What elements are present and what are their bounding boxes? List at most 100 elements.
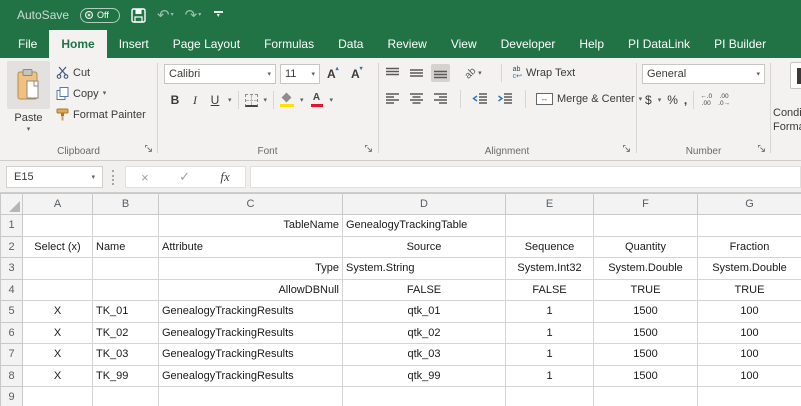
col-header-D[interactable]: D (342, 193, 506, 215)
cell-A4[interactable] (22, 278, 93, 301)
cell-F9[interactable] (593, 386, 698, 406)
cell-G5[interactable]: 100 (697, 300, 801, 323)
col-header-G[interactable]: G (697, 193, 801, 215)
font-name-dropdown-icon[interactable]: ▾ (267, 71, 271, 78)
cell-F4[interactable]: TRUE (593, 278, 698, 301)
col-header-A[interactable]: A (22, 193, 93, 215)
row-header-4[interactable]: 4 (0, 278, 23, 301)
cell-E2[interactable]: Sequence (505, 235, 594, 258)
cell-E8[interactable]: 1 (505, 364, 594, 387)
number-format-combobox[interactable]: General ▾ (642, 64, 765, 84)
name-box-dropdown-icon[interactable]: ▾ (91, 174, 95, 181)
insert-function-icon[interactable]: fx (220, 169, 229, 185)
tab-help[interactable]: Help (567, 30, 616, 58)
merge-center-button[interactable]: ↔ Merge & Center ▾ (536, 93, 642, 105)
cell-C8[interactable]: GenealogyTrackingResults (158, 364, 343, 387)
cell-F3[interactable]: System.Double (593, 257, 698, 280)
number-format-dropdown-icon[interactable]: ▾ (756, 71, 760, 78)
underline-button[interactable]: U (208, 93, 222, 107)
cell-D5[interactable]: qtk_01 (342, 300, 506, 323)
cell-B1[interactable] (92, 214, 159, 237)
cell-B4[interactable] (92, 278, 159, 301)
align-bottom-icon[interactable] (431, 64, 450, 82)
cell-D2[interactable]: Source (342, 235, 506, 258)
cell-B9[interactable] (92, 386, 159, 406)
col-header-C[interactable]: C (158, 193, 343, 215)
borders-icon[interactable] (244, 93, 258, 107)
alignment-dialog-launcher-icon[interactable] (622, 144, 631, 156)
cell-E6[interactable]: 1 (505, 321, 594, 344)
font-dialog-launcher-icon[interactable] (364, 144, 373, 156)
cut-button[interactable]: Cut (56, 66, 90, 79)
cell-A6[interactable]: X (22, 321, 93, 344)
cell-D6[interactable]: qtk_02 (342, 321, 506, 344)
align-middle-icon[interactable] (407, 64, 426, 82)
cell-E3[interactable]: System.Int32 (505, 257, 594, 280)
row-header-9[interactable]: 9 (0, 386, 23, 406)
cell-A1[interactable] (22, 214, 93, 237)
tab-pi-datalink[interactable]: PI DataLink (616, 30, 702, 58)
copy-button[interactable]: Copy ▾ (56, 87, 106, 100)
cell-C5[interactable]: GenealogyTrackingResults (158, 300, 343, 323)
decrease-decimal-icon[interactable]: .00.0→ (718, 93, 730, 107)
cell-D8[interactable]: qtk_99 (342, 364, 506, 387)
orientation-button[interactable]: ab ▾ (463, 65, 482, 81)
cell-G3[interactable]: System.Double (697, 257, 801, 280)
increase-font-size-button[interactable]: A ▴ (327, 66, 339, 81)
cell-E5[interactable]: 1 (505, 300, 594, 323)
cell-F7[interactable]: 1500 (593, 343, 698, 366)
clipboard-dialog-launcher-icon[interactable] (144, 144, 153, 156)
cell-G6[interactable]: 100 (697, 321, 801, 344)
row-header-6[interactable]: 6 (0, 321, 23, 344)
currency-format-button[interactable]: $ (645, 93, 652, 107)
font-color-icon[interactable]: A (310, 93, 324, 107)
cell-C4[interactable]: AllowDBNull (158, 278, 343, 301)
paste-dropdown-icon[interactable]: ▾ (27, 126, 31, 133)
cell-A2[interactable]: Select (x) (22, 235, 93, 258)
cell-G2[interactable]: Fraction (697, 235, 801, 258)
font-size-dropdown-icon[interactable]: ▾ (311, 71, 315, 78)
cell-B2[interactable]: Name (92, 235, 159, 258)
cell-B5[interactable]: TK_01 (92, 300, 159, 323)
align-right-icon[interactable] (431, 90, 450, 108)
col-header-E-selected[interactable]: E (505, 193, 594, 215)
redo-button[interactable]: ↷ ▾ (185, 8, 202, 23)
cell-F6[interactable]: 1500 (593, 321, 698, 344)
cell-D7[interactable]: qtk_03 (342, 343, 506, 366)
cell-G7[interactable]: 100 (697, 343, 801, 366)
cell-F8[interactable]: 1500 (593, 364, 698, 387)
fill-color-icon[interactable] (280, 92, 295, 107)
row-header-3[interactable]: 3 (0, 257, 23, 280)
cell-D3[interactable]: System.String (342, 257, 506, 280)
italic-button[interactable]: I (188, 93, 202, 108)
cell-G4[interactable]: TRUE (697, 278, 801, 301)
row-header-1[interactable]: 1 (0, 214, 23, 237)
autosave-toggle[interactable]: Off (80, 7, 121, 23)
font-color-dropdown-icon[interactable]: ▾ (330, 97, 334, 104)
formula-input[interactable] (250, 166, 801, 188)
font-name-combobox[interactable]: Calibri ▾ (164, 64, 276, 84)
tab-review[interactable]: Review (375, 30, 438, 58)
align-top-icon[interactable] (383, 64, 402, 82)
row-header-2[interactable]: 2 (0, 235, 23, 258)
underline-dropdown-icon[interactable]: ▾ (228, 97, 232, 104)
cell-G8[interactable]: 100 (697, 364, 801, 387)
number-dialog-launcher-icon[interactable] (757, 144, 766, 156)
font-size-combobox[interactable]: 11 ▾ (280, 64, 320, 84)
cell-A7[interactable]: X (22, 343, 93, 366)
cell-F2[interactable]: Quantity (593, 235, 698, 258)
row-header-5[interactable]: 5 (0, 300, 23, 323)
cell-B3[interactable] (92, 257, 159, 280)
tab-page-layout[interactable]: Page Layout (161, 30, 252, 58)
enter-icon[interactable]: ✓ (179, 169, 190, 185)
row-header-7[interactable]: 7 (0, 343, 23, 366)
comma-format-button[interactable]: , (684, 93, 687, 107)
cell-D9[interactable] (342, 386, 506, 406)
cell-G1[interactable] (697, 214, 801, 237)
row-header-8[interactable]: 8 (0, 364, 23, 387)
cell-C9[interactable] (158, 386, 343, 406)
cell-A8[interactable]: X (22, 364, 93, 387)
percent-format-button[interactable]: % (667, 93, 678, 107)
tab-view[interactable]: View (439, 30, 489, 58)
align-left-icon[interactable] (383, 90, 402, 108)
